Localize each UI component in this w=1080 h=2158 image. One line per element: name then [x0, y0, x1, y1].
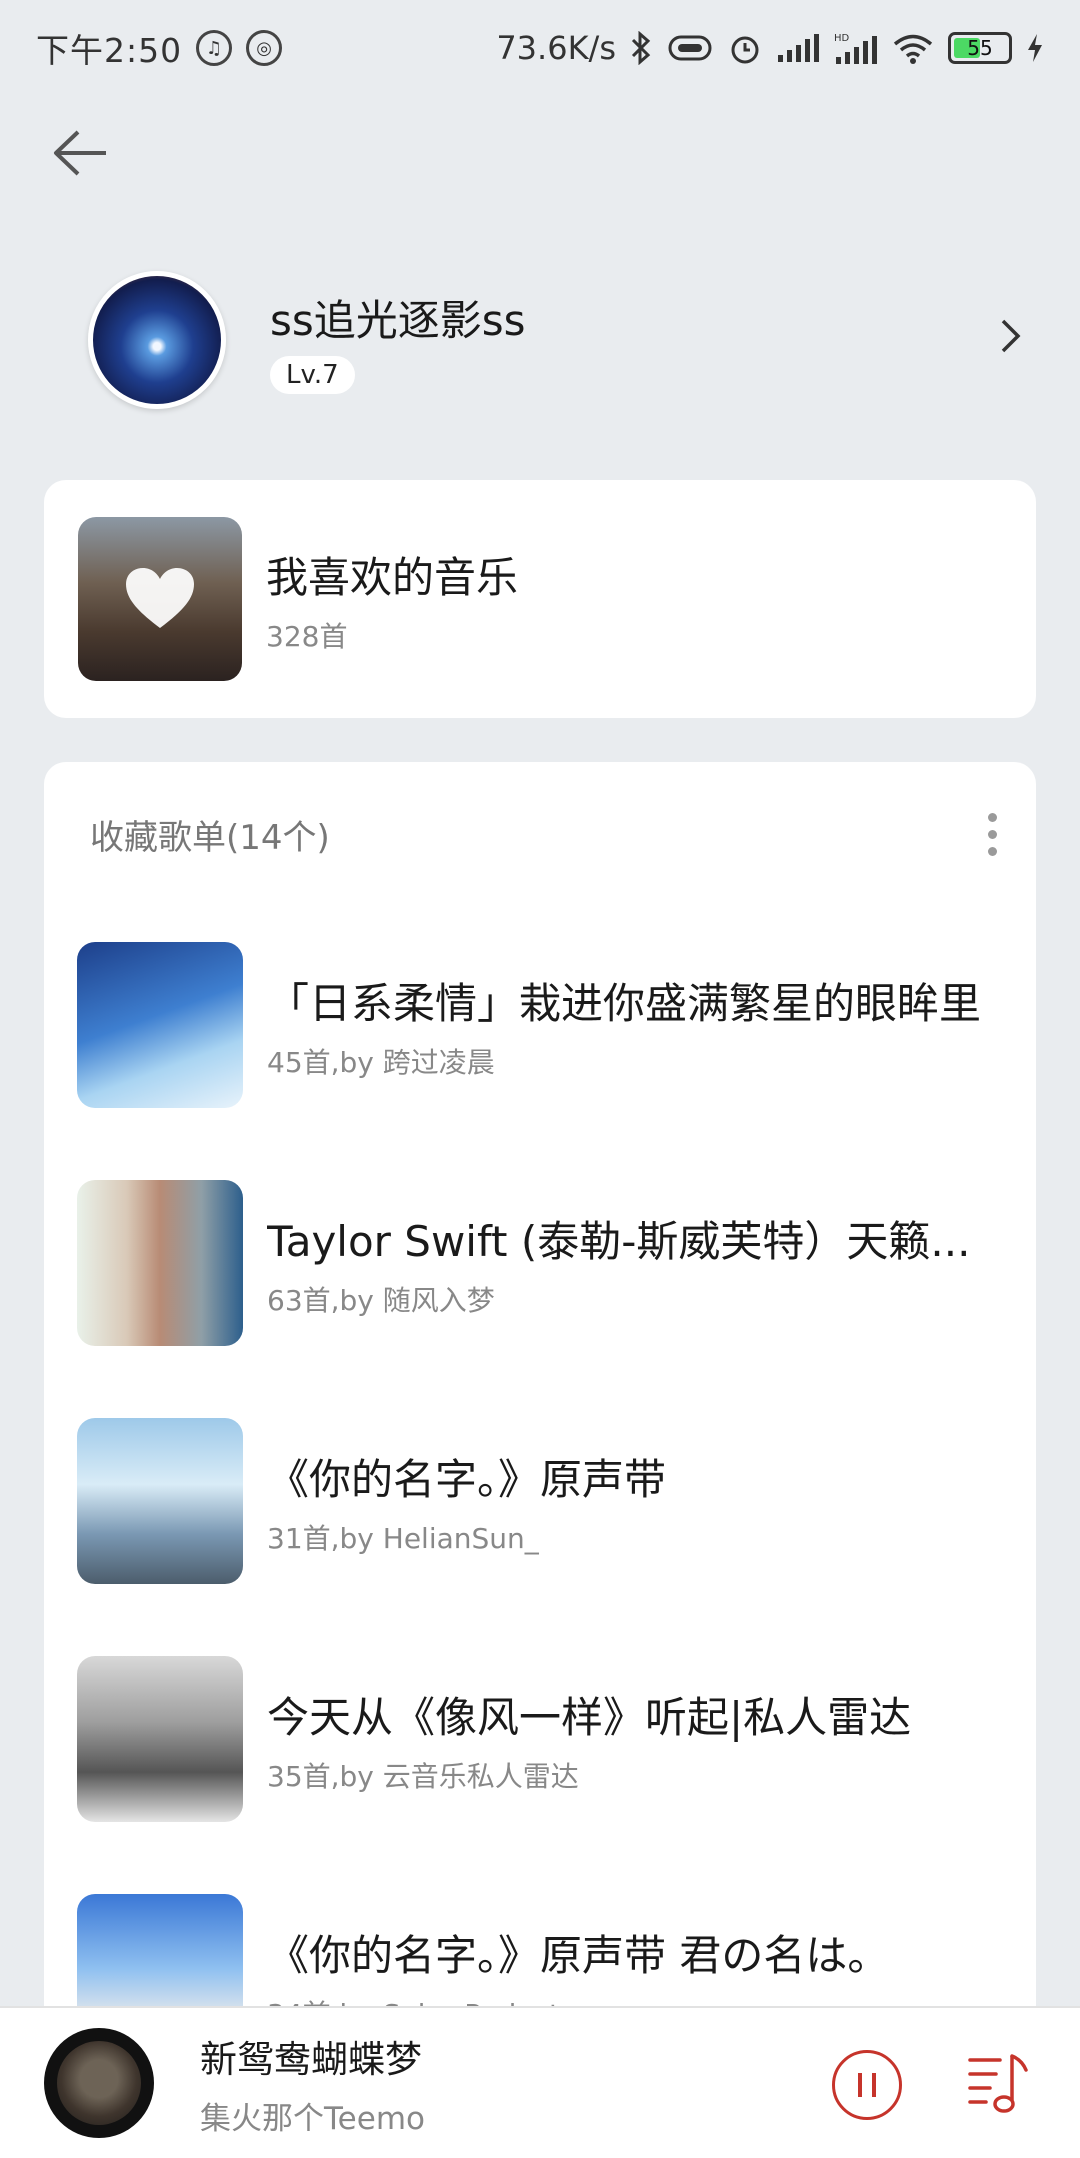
more-options-icon[interactable] [972, 804, 1012, 864]
level-badge: Lv.7 [270, 355, 355, 394]
hd-signal-icon: HD [834, 33, 877, 64]
wifi-icon [893, 34, 933, 64]
back-arrow-icon [54, 130, 106, 176]
battery-icon: 55 [948, 32, 1012, 64]
playlist-title: 「日系柔情」栽进你盛满繁星的眼眸里 [267, 978, 982, 1028]
heart-icon [126, 568, 194, 628]
playlist-title: 《你的名字。》原声带 君の名は。 [267, 1930, 890, 1980]
playlist-subtitle: 35首,by 云音乐私人雷达 [267, 1759, 579, 1793]
collected-playlists-header: 收藏歌单(14个) [90, 817, 330, 858]
liked-music-count: 328首 [266, 619, 348, 653]
now-playing-cover [57, 2041, 141, 2125]
playlist-queue-icon[interactable] [966, 2048, 1030, 2120]
collected-playlists-card: 收藏歌单(14个) 「日系柔情」栽进你盛满繁星的眼眸里 45首,by 跨过凌晨 … [44, 762, 1036, 2158]
liked-music-title: 我喜欢的音乐 [266, 552, 519, 602]
playlist-cover [77, 1656, 243, 1822]
charging-icon [1028, 34, 1042, 62]
signal-icon [778, 34, 819, 62]
playlist-item[interactable]: Taylor Swift (泰勒-斯威芙特）天籁... 63首,by 随风入梦 [44, 1144, 1036, 1382]
playlist-cover [77, 1180, 243, 1346]
alarm-icon [731, 36, 759, 64]
playlist-cover [77, 1418, 243, 1584]
now-playing-bar[interactable]: 新鸳鸯蝴蝶梦 集火那个Teemo [0, 2006, 1080, 2158]
playlist-item[interactable]: 今天从《像风一样》听起|私人雷达 35首,by 云音乐私人雷达 [44, 1620, 1036, 1858]
battery-level: 55 [967, 36, 993, 60]
playlist-cover [77, 942, 243, 1108]
playlist-title: 《你的名字。》原声带 [267, 1454, 667, 1504]
now-playing-artist: 集火那个Teemo [200, 2100, 425, 2137]
playlist-title: Taylor Swift (泰勒-斯威芙特）天籁... [267, 1216, 971, 1266]
playlist-item[interactable]: 「日系柔情」栽进你盛满繁星的眼眸里 45首,by 跨过凌晨 [44, 906, 1036, 1144]
liked-music-card[interactable]: 我喜欢的音乐 328首 [44, 480, 1036, 718]
bluetooth-icon [631, 31, 651, 65]
playlist-title: 今天从《像风一样》听起|私人雷达 [267, 1692, 912, 1742]
status-bar: 下午2:50 ♫ ◎ 73.6K/s HD 55 [0, 0, 1080, 96]
profile-header[interactable]: ss追光逐影ss Lv.7 [0, 250, 1080, 430]
playlist-subtitle: 31首,by HelianSun_ [267, 1521, 539, 1555]
playlist-item[interactable]: 《你的名字。》原声带 31首,by HelianSun_ [44, 1382, 1036, 1620]
network-speed: 73.6K/s [496, 29, 616, 67]
playlist-subtitle: 45首,by 跨过凌晨 [267, 1045, 495, 1079]
navigation-icon: ◎ [246, 30, 283, 66]
back-button[interactable] [40, 118, 120, 188]
chevron-right-icon[interactable] [998, 316, 1024, 356]
svg-text:HD: HD [834, 33, 850, 44]
now-playing-disc[interactable] [44, 2028, 154, 2138]
pause-button[interactable] [832, 2050, 902, 2120]
avatar[interactable] [88, 271, 226, 409]
username: ss追光逐影ss [270, 295, 526, 345]
now-playing-title: 新鸳鸯蝴蝶梦 [200, 2037, 422, 2081]
playlist-subtitle: 63首,by 随风入梦 [267, 1283, 495, 1317]
liked-music-cover [78, 517, 242, 681]
status-time: 下午2:50 [36, 31, 183, 70]
music-note-icon: ♫ [196, 30, 233, 66]
vibrate-icon [668, 35, 712, 61]
